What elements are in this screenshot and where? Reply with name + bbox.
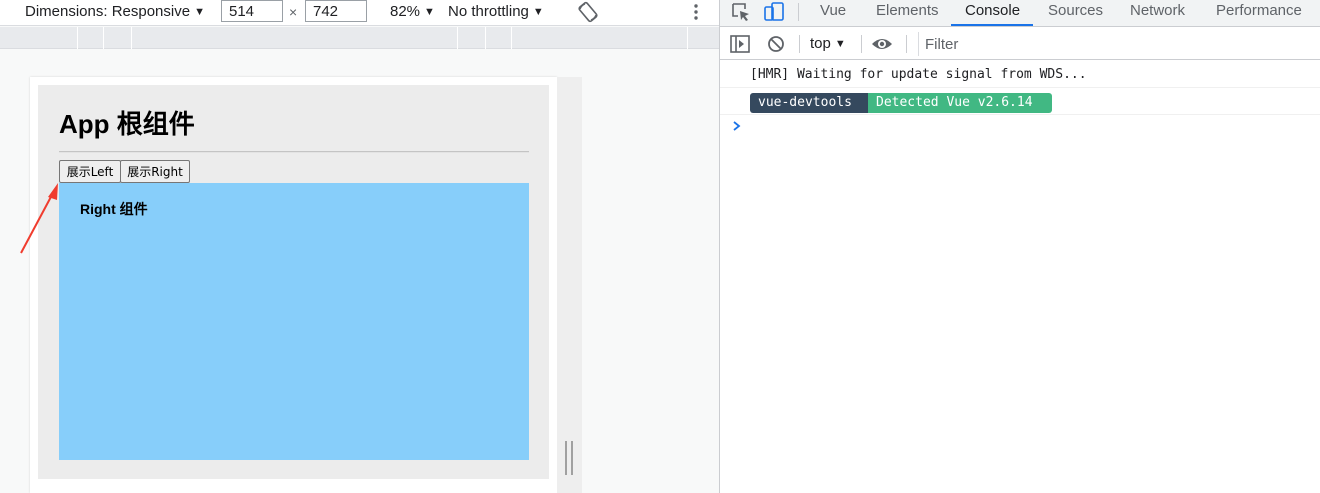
- console-message: vue-devtools Detected Vue v2.6.14: [720, 88, 1320, 115]
- devtools-panel: Vue Elements Console Sources Network Per…: [720, 0, 1320, 493]
- console-message: [HMR] Waiting for update signal from WDS…: [720, 62, 1320, 88]
- chevron-down-icon: ▼: [834, 38, 846, 50]
- zoom-label: 82%: [390, 3, 421, 20]
- page-scrollbar[interactable]: [557, 77, 582, 493]
- vue-devtools-badge: vue-devtools: [750, 93, 868, 113]
- dimensions-dropdown[interactable]: Dimensions: Responsive ▼: [25, 3, 205, 20]
- clear-console-icon[interactable]: [765, 33, 787, 55]
- times-separator: ×: [289, 4, 298, 20]
- tab-elements[interactable]: Elements: [876, 0, 939, 26]
- filter-input[interactable]: [918, 32, 1320, 56]
- tab-vue[interactable]: Vue: [820, 0, 846, 26]
- inspect-element-icon[interactable]: [730, 1, 752, 23]
- rotate-icon[interactable]: [577, 1, 599, 23]
- active-tab-indicator: [951, 24, 1033, 26]
- height-input[interactable]: [305, 0, 367, 22]
- right-component-panel: Right 组件: [59, 183, 529, 460]
- zoom-dropdown[interactable]: 82% ▼: [390, 3, 435, 20]
- console-prompt-icon[interactable]: [730, 118, 744, 134]
- device-emulation-pane: Dimensions: Responsive▼ × 82%▼ No thrott…: [0, 0, 719, 493]
- console-toolbar: top ▼: [720, 28, 1320, 60]
- show-right-button[interactable]: 展示Right: [120, 160, 190, 183]
- tab-performance[interactable]: Performance: [1216, 0, 1302, 26]
- detected-vue-badge: Detected Vue v2.6.14: [868, 93, 1052, 113]
- dimensions-label: Dimensions: Responsive: [25, 3, 191, 20]
- throttling-dropdown[interactable]: No throttling ▼: [448, 3, 544, 20]
- media-query-ruler[interactable]: [0, 27, 719, 49]
- context-dropdown[interactable]: top ▼: [810, 35, 846, 52]
- chevron-down-icon: ▼: [424, 6, 435, 18]
- page-title: App 根组件: [59, 109, 195, 139]
- resize-handle[interactable]: [565, 441, 574, 475]
- context-label: top: [810, 35, 831, 52]
- live-expression-eye-icon[interactable]: [871, 33, 893, 55]
- device-toolbar: Dimensions: Responsive▼ × 82%▼ No thrott…: [0, 0, 719, 26]
- more-options-icon[interactable]: [690, 2, 702, 22]
- chevron-down-icon: ▼: [194, 6, 205, 18]
- devtools-tab-bar: Vue Elements Console Sources Network Per…: [720, 0, 1320, 27]
- device-toolbar-icon[interactable]: [763, 1, 785, 23]
- chevron-down-icon: ▼: [532, 6, 544, 18]
- width-input[interactable]: [221, 0, 283, 22]
- tab-network[interactable]: Network: [1130, 0, 1185, 26]
- throttling-label: No throttling: [448, 3, 529, 20]
- sidebar-toggle-icon[interactable]: [729, 33, 751, 55]
- divider: [59, 151, 529, 153]
- show-left-button[interactable]: 展示Left: [59, 160, 121, 183]
- right-component-title: Right 组件: [80, 201, 148, 217]
- tab-console[interactable]: Console: [965, 0, 1020, 26]
- tab-sources[interactable]: Sources: [1048, 0, 1103, 26]
